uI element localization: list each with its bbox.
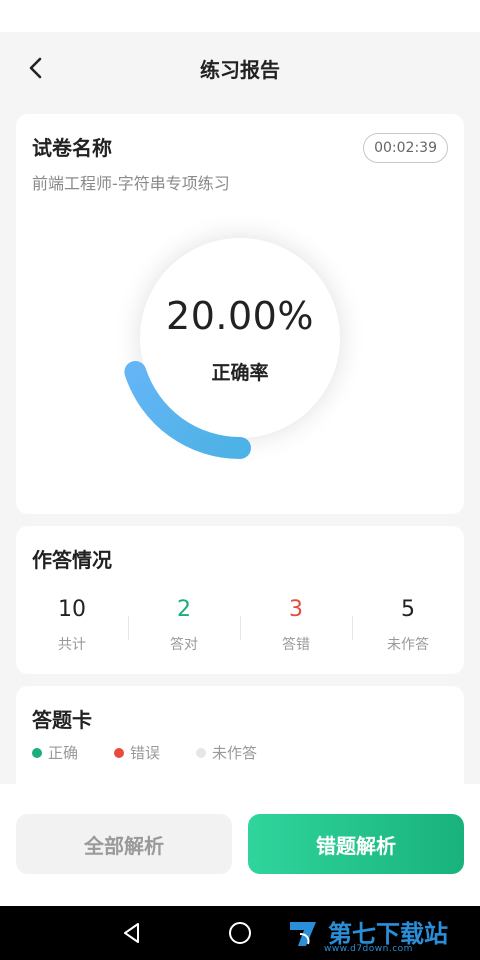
stat-total-label: 共计	[58, 637, 86, 653]
stat-total: 10 共计	[16, 594, 128, 664]
site-watermark: 第七下载站 www.d7down.com	[286, 914, 448, 954]
legend-wrong-label: 错误	[130, 744, 161, 762]
gauge-center	[140, 238, 340, 438]
triangle-back-icon	[124, 923, 139, 943]
legend-wrong-dot	[114, 747, 125, 758]
system-back-button[interactable]	[102, 906, 162, 960]
page-title: 练习报告	[200, 58, 280, 82]
bottom-action-bar: 全部解析 错题解析	[0, 784, 480, 906]
stat-wrong: 3 答错	[240, 594, 352, 664]
site-logo-icon	[290, 922, 316, 946]
legend-unanswered: 未作答	[196, 742, 257, 763]
watermark-text: 第七下载站	[328, 920, 448, 948]
circle-home-icon	[229, 922, 251, 944]
answer-stats: 10 共计 2 答对 3 答错 5 未作答	[16, 594, 464, 664]
stat-total-value: 10	[58, 597, 86, 622]
legend-wrong: 错误	[114, 742, 160, 763]
stat-correct: 2 答对	[128, 594, 240, 664]
legend-unanswered-dot	[196, 747, 207, 758]
stat-correct-label: 答对	[170, 637, 198, 653]
system-home-button[interactable]	[210, 906, 270, 960]
answer-status-title: 作答情况	[32, 548, 112, 572]
stat-wrong-value: 3	[289, 597, 303, 622]
top-nav-bar: 练习报告	[0, 32, 480, 104]
all-analysis-button[interactable]: 全部解析	[16, 814, 232, 874]
watermark-url: www.d7down.com	[324, 944, 413, 954]
legend-correct-dot	[32, 747, 42, 758]
answer-sheet-legend: 正确 错误 未作答	[32, 742, 293, 763]
wrong-analysis-button[interactable]: 错题解析	[248, 814, 464, 874]
legend-unanswered-label: 未作答	[212, 744, 258, 762]
stat-correct-value: 2	[177, 597, 191, 622]
system-navigation-bar: 第七下载站 www.d7down.com	[0, 906, 480, 960]
legend-correct: 正确	[32, 742, 78, 763]
status-bar	[0, 0, 480, 32]
stat-unanswered: 5 未作答	[352, 594, 464, 664]
stat-wrong-label: 答错	[282, 637, 310, 653]
answer-status-card: 作答情况 10 共计 2 答对 3 答错 5 未作答	[16, 526, 464, 674]
stat-unanswered-label: 未作答	[387, 637, 429, 653]
legend-correct-label: 正确	[48, 744, 79, 762]
accuracy-label: 正确率	[211, 362, 269, 384]
answer-sheet-card: 答题卡 正确 错误 未作答	[16, 686, 464, 796]
paper-summary-card: 试卷名称 00:02:39 前端工程师-字符串专项练习 20.00% 正确率	[16, 114, 464, 514]
answer-sheet-title: 答题卡	[32, 708, 92, 732]
accuracy-value: 20.00%	[166, 294, 314, 338]
stat-unanswered-value: 5	[401, 597, 415, 622]
